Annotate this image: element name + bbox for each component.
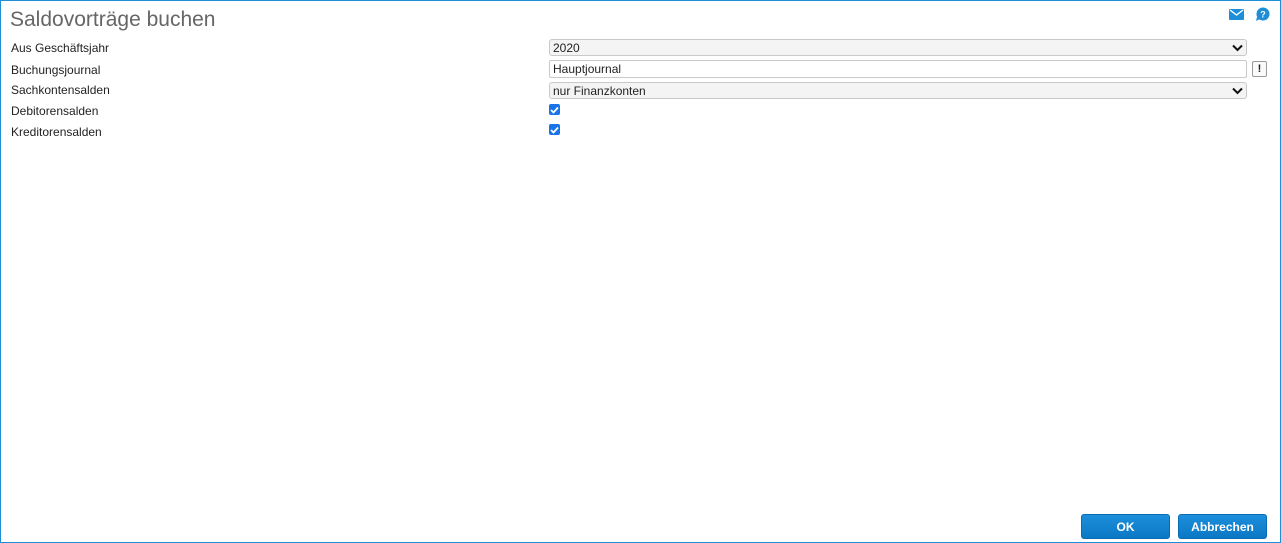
svg-text:?: ? [1260,9,1266,19]
header-icons: ? [1228,6,1270,22]
chevron-down-icon [1232,85,1243,96]
creditor-balances-label: Kreditorensalden [11,125,102,139]
checkmark-icon [550,126,559,134]
journal-label: Buchungsjournal [11,63,101,77]
exclamation-icon: ! [1257,63,1262,75]
account-balances-select[interactable]: nur Finanzkonten [549,82,1247,99]
checkmark-icon [550,106,559,114]
chevron-down-icon [1232,42,1243,53]
journal-input[interactable]: Hauptjournal [549,60,1247,78]
journal-value: Hauptjournal [553,62,622,76]
fiscal-year-value: 2020 [553,40,580,55]
debtor-balances-checkbox[interactable] [549,104,560,115]
ok-button[interactable]: OK [1081,514,1170,539]
account-balances-label: Sachkontensalden [11,83,110,97]
debtor-balances-label: Debitorensalden [11,104,99,118]
journal-lookup-button[interactable]: ! [1252,61,1267,77]
dialog-title: Saldovorträge buchen [10,8,216,31]
cancel-button[interactable]: Abbrechen [1178,514,1267,539]
dialog-window: Saldovorträge buchen ? Aus Geschäftsjahr… [0,0,1281,543]
help-icon[interactable]: ? [1254,6,1270,22]
fiscal-year-label: Aus Geschäftsjahr [11,41,110,55]
account-balances-value: nur Finanzkonten [553,83,646,98]
mail-icon[interactable] [1228,6,1244,22]
creditor-balances-checkbox[interactable] [549,124,560,135]
fiscal-year-select[interactable]: 2020 [549,39,1247,56]
